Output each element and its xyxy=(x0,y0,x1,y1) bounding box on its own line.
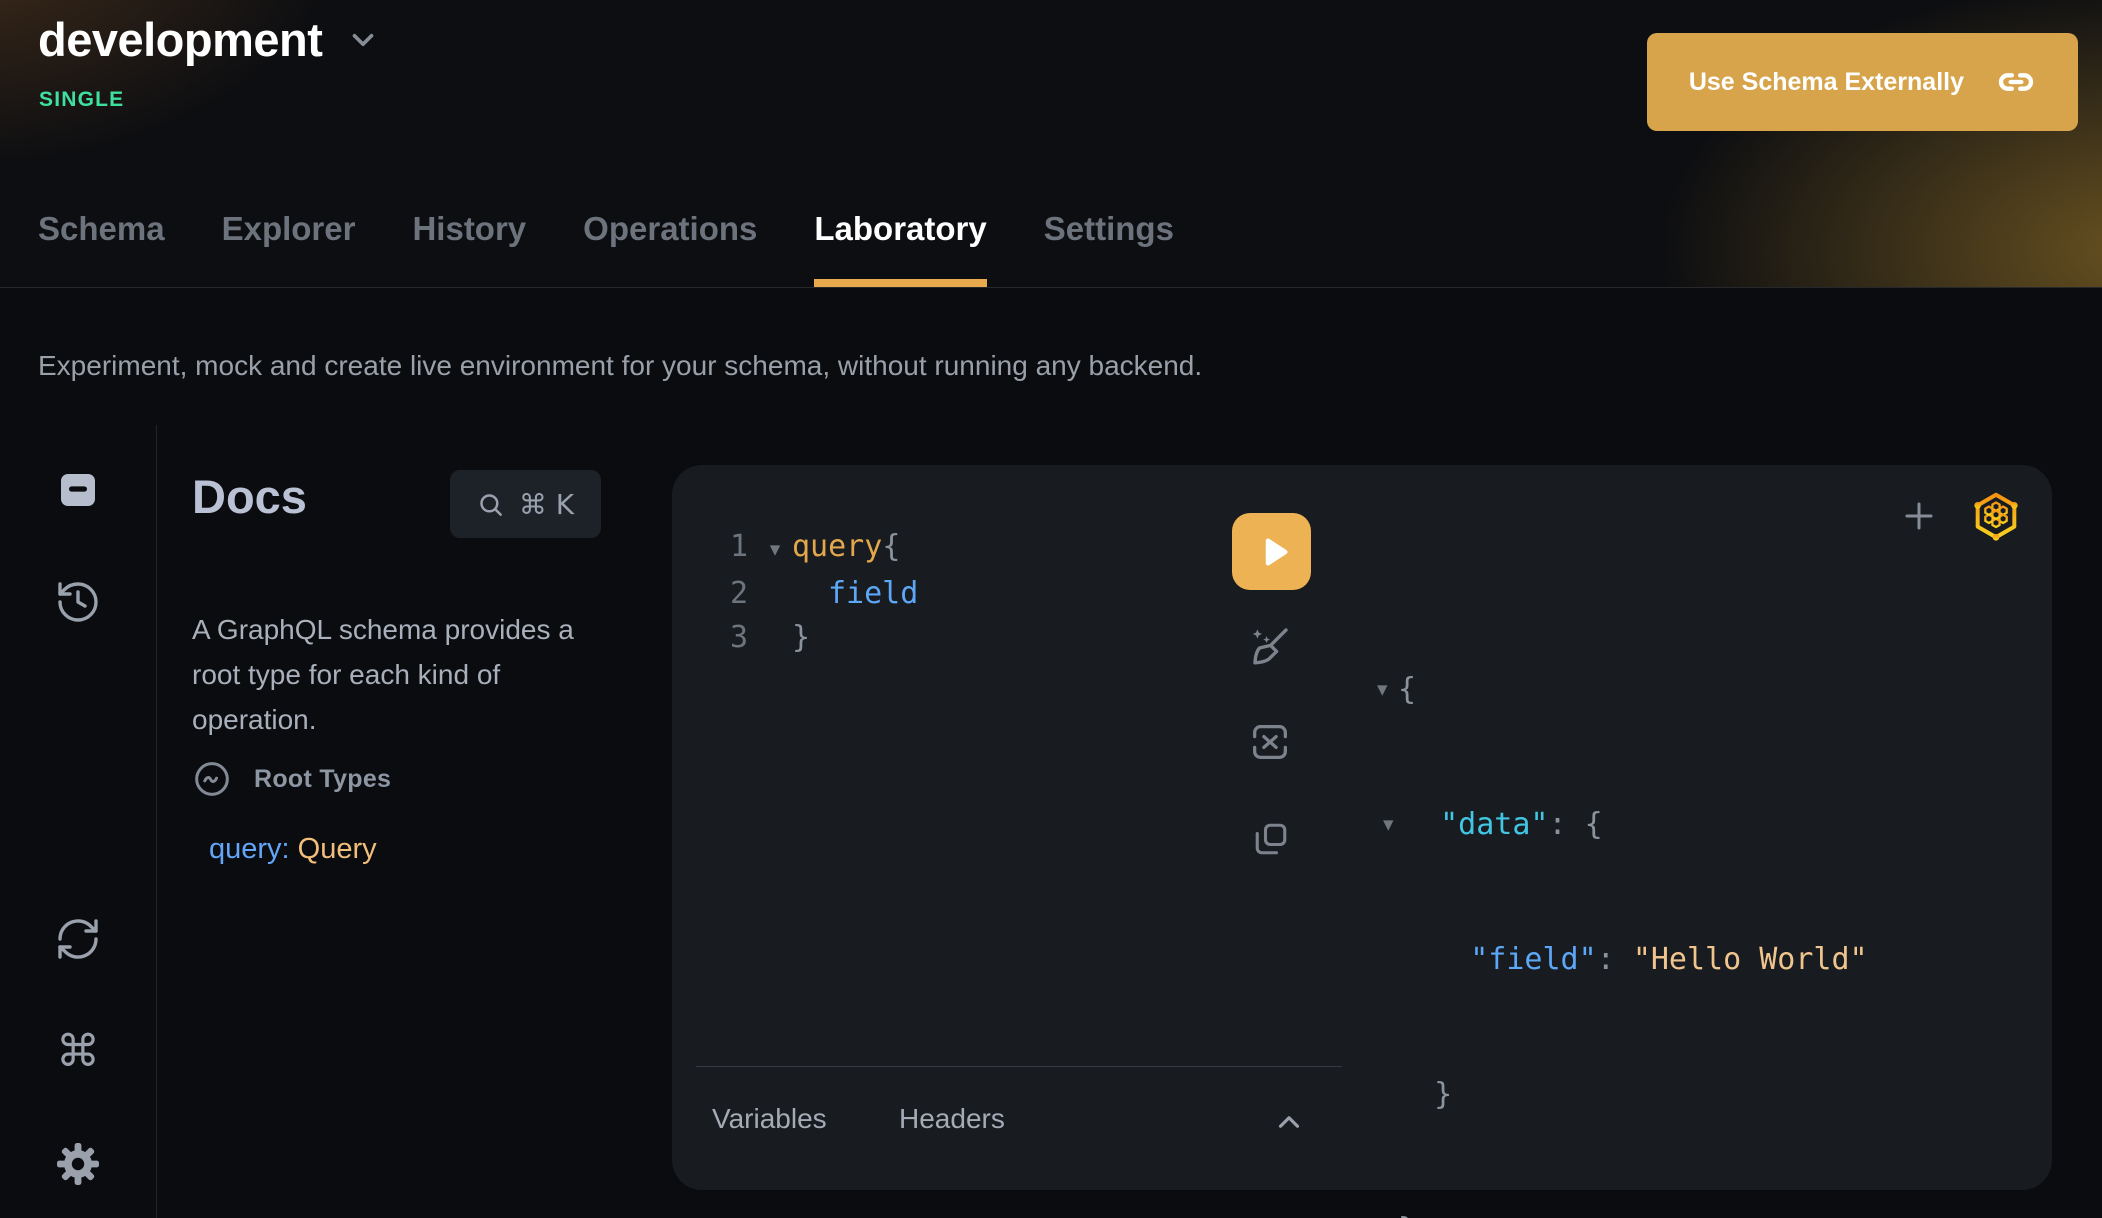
plus-icon xyxy=(1901,498,1937,534)
tab-explorer[interactable]: Explorer xyxy=(222,212,356,287)
copy-query-button[interactable] xyxy=(1249,817,1293,861)
json-key-data: "data" xyxy=(1440,807,1548,842)
search-icon xyxy=(477,491,504,518)
line-number: 2 xyxy=(712,572,748,617)
merge-fragments-button[interactable] xyxy=(1247,719,1293,765)
root-type-query-link[interactable]: query: Query xyxy=(209,833,377,866)
collapse-editor-tools-button[interactable] xyxy=(1272,1105,1306,1139)
chevron-down-icon[interactable] xyxy=(346,23,380,57)
code-line: 2 field xyxy=(712,572,918,617)
tab-headers[interactable]: Headers xyxy=(899,1103,1005,1135)
graphiql-panel: 1▾query{ 2field 3} xyxy=(672,465,2052,1190)
fold-marker-icon[interactable]: ▾ xyxy=(758,527,792,572)
main-tabs: Schema Explorer History Operations Labor… xyxy=(38,212,1174,287)
code-open-brace: { xyxy=(882,529,900,564)
root-type-value[interactable]: Query xyxy=(298,833,377,865)
use-schema-externally-label: Use Schema Externally xyxy=(1689,68,1964,97)
tab-settings[interactable]: Settings xyxy=(1044,212,1174,287)
chevron-up-icon xyxy=(1272,1105,1306,1139)
docs-panel-title: Docs xyxy=(192,469,307,524)
prettify-query-button[interactable] xyxy=(1245,623,1293,671)
page-subtitle: Experiment, mock and create live environ… xyxy=(38,350,1202,382)
laboratory-content: ⌘ xyxy=(0,425,2102,1218)
tab-operations[interactable]: Operations xyxy=(583,212,757,287)
graphql-hive-logo[interactable] xyxy=(1971,491,2021,541)
tab-variables[interactable]: Variables xyxy=(712,1103,827,1135)
laboratory-page: development SINGLE Use Schema Externally… xyxy=(0,0,2102,1218)
add-tab-button[interactable] xyxy=(1901,498,1937,534)
settings-gear-icon[interactable] xyxy=(54,1140,102,1188)
response-viewer: ▾{ ▾ "data": { "field": "Hello World" } … xyxy=(1377,577,1868,1218)
code-close-brace: } xyxy=(792,620,810,655)
root-type-separator: : xyxy=(282,833,298,865)
refresh-icon[interactable] xyxy=(54,915,102,963)
response-line: "field": "Hello World" xyxy=(1377,937,1868,982)
response-line: } xyxy=(1377,1072,1868,1117)
response-line: ▾{ xyxy=(1377,667,1868,712)
docs-description: A GraphQL schema provides a root type fo… xyxy=(192,607,627,742)
line-number: 3 xyxy=(712,616,748,661)
tilde-circle-icon xyxy=(192,759,232,799)
code-keyword: query xyxy=(792,529,882,564)
line-number: 1 xyxy=(712,525,748,570)
status-badge: SINGLE xyxy=(39,88,124,112)
root-types-label: Root Types xyxy=(254,765,391,794)
merge-icon xyxy=(1247,719,1293,765)
root-types-section: Root Types xyxy=(192,759,391,799)
fold-marker-icon[interactable]: ▾ xyxy=(1377,802,1404,847)
use-schema-externally-button[interactable]: Use Schema Externally xyxy=(1647,33,2078,131)
page-title: development xyxy=(38,14,322,66)
query-editor[interactable]: 1▾query{ 2 field 3} xyxy=(712,525,918,661)
prettify-broom-icon xyxy=(1245,623,1293,671)
copy-icon xyxy=(1249,817,1293,861)
play-icon xyxy=(1256,534,1292,570)
search-shortcut-label: ⌘ K xyxy=(519,488,574,521)
link-icon xyxy=(1996,62,2036,102)
json-value-hello-world: "Hello World" xyxy=(1633,942,1868,977)
code-field: field xyxy=(828,576,918,611)
editor-footer-divider xyxy=(696,1066,1342,1067)
code-line: 3} xyxy=(712,616,918,661)
page-header: development SINGLE Use Schema Externally… xyxy=(0,0,2102,288)
root-type-name: query xyxy=(209,833,282,865)
execute-query-button[interactable] xyxy=(1232,513,1311,590)
tab-history[interactable]: History xyxy=(412,212,526,287)
response-line: ▾ "data": { xyxy=(1377,802,1868,847)
command-shortcuts-icon[interactable]: ⌘ xyxy=(54,1028,102,1076)
docs-search-button[interactable]: ⌘ K xyxy=(450,470,601,538)
json-key-field: "field" xyxy=(1470,942,1596,977)
tab-laboratory[interactable]: Laboratory xyxy=(814,212,986,287)
docs-icon[interactable] xyxy=(54,466,102,514)
response-line: } xyxy=(1377,1207,1868,1218)
plugin-rail: ⌘ xyxy=(0,425,157,1218)
code-line: 1▾query{ xyxy=(712,525,918,572)
history-icon[interactable] xyxy=(54,578,102,626)
tab-schema[interactable]: Schema xyxy=(38,212,165,287)
target-selector[interactable]: development xyxy=(38,14,380,66)
fold-marker-icon[interactable]: ▾ xyxy=(1377,667,1398,712)
